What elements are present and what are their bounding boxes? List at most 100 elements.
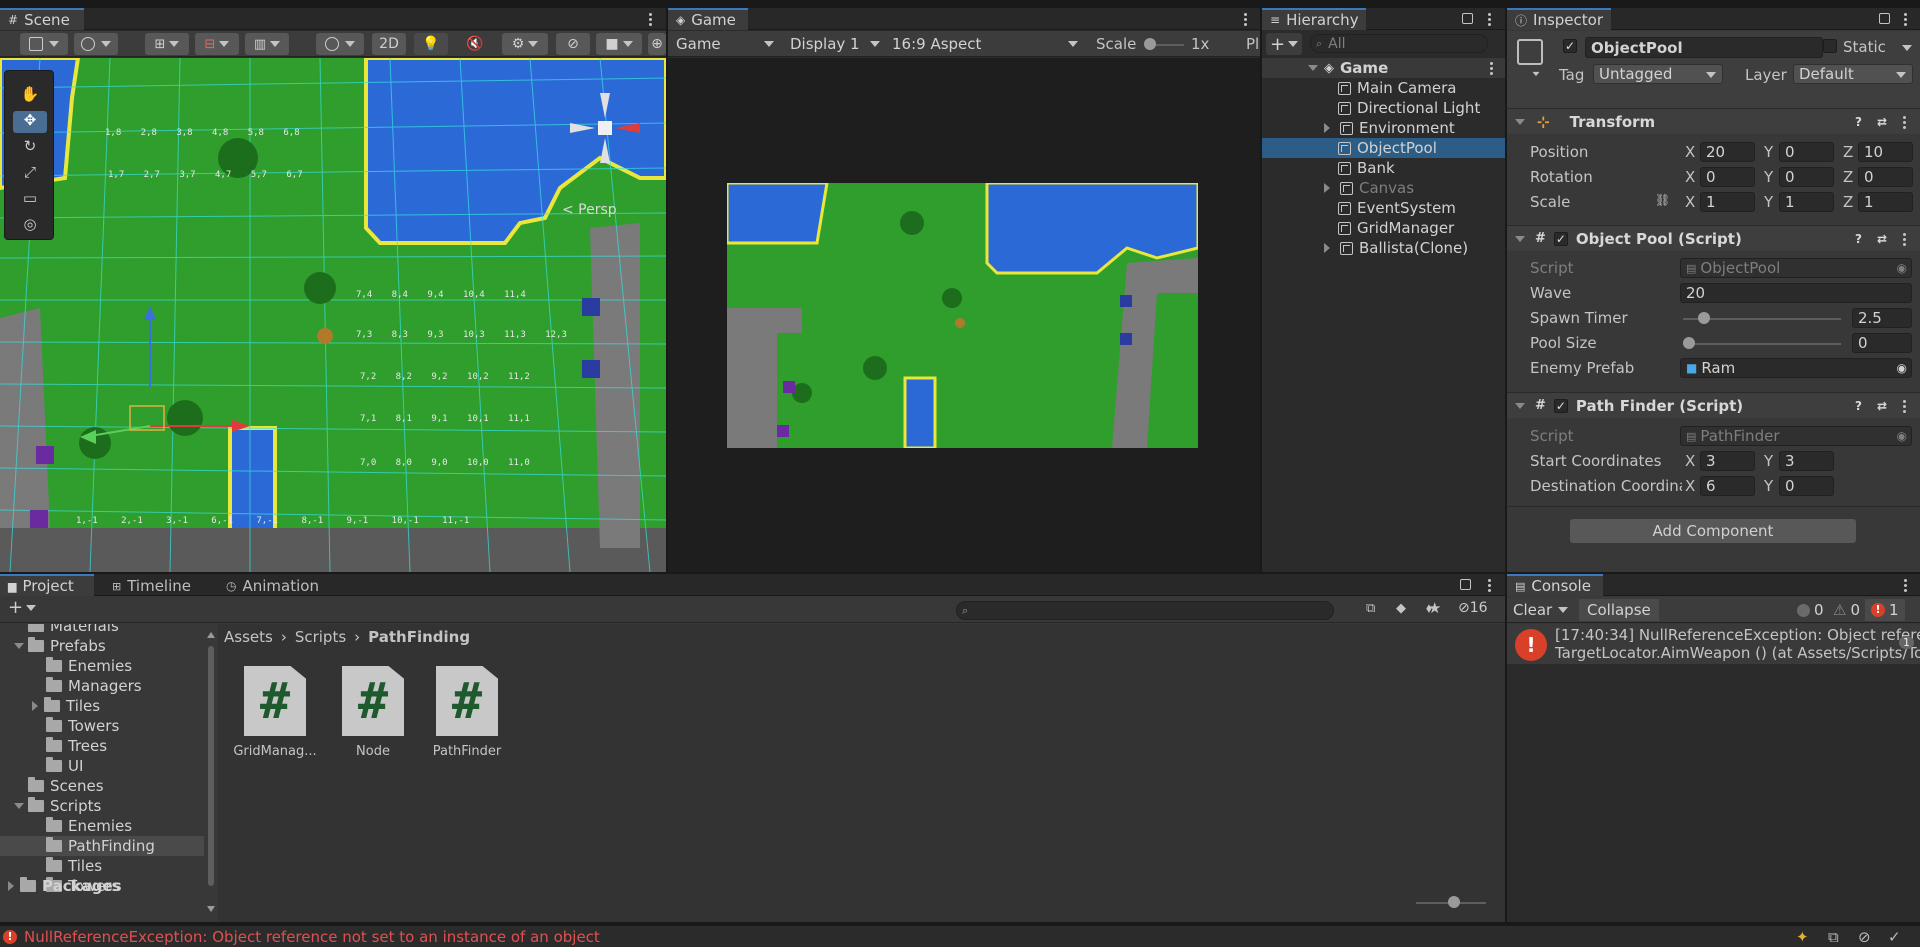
asset-pathfinder[interactable]: # PathFinder — [422, 666, 512, 766]
warning-filter-toggle[interactable]: ⚠ 0 — [1827, 599, 1860, 621]
game-view-dropdown[interactable]: Game — [670, 33, 782, 55]
tab-animation[interactable]: ◷ Animation — [218, 574, 330, 596]
help-icon[interactable]: ? — [1855, 232, 1862, 246]
lock-icon[interactable] — [1462, 13, 1473, 24]
lock-icon[interactable] — [1879, 13, 1890, 24]
lightbulb-icon[interactable]: ✦ — [1796, 928, 1809, 946]
status-message[interactable]: NullReferenceException: Object reference… — [24, 928, 600, 946]
transform-z-field[interactable]: 10 — [1858, 142, 1913, 162]
preset-icon[interactable]: ⇄ — [1877, 232, 1887, 246]
filter-icon[interactable]: ◆ — [1396, 601, 1406, 616]
asset-gridmanager[interactable]: # GridManag... — [230, 666, 320, 766]
chevron-right-icon[interactable] — [1324, 243, 1330, 253]
hierarchy-item[interactable]: Environment — [1262, 118, 1505, 138]
chevron-down-icon[interactable] — [14, 643, 24, 649]
transform-x-field[interactable]: 1 — [1700, 192, 1755, 212]
path-finder-menu-icon[interactable] — [1899, 397, 1909, 415]
info-filter-toggle[interactable]: 0 — [1791, 599, 1824, 621]
view-tool-button[interactable]: ✋ — [13, 85, 47, 107]
hierarchy-item[interactable]: Directional Light — [1262, 98, 1505, 118]
path-finder-enabled-checkbox[interactable]: ✓ — [1553, 398, 1568, 413]
game-menu-icon[interactable] — [1240, 10, 1250, 28]
scale-tool-button[interactable]: ⤢ — [13, 163, 47, 185]
scene-viewport[interactable]: 1,8 2,8 3,8 4,8 5,8 6,8 1,7 2,7 3,7 4,7 … — [0, 58, 666, 572]
hierarchy-root[interactable]: ◈ Game — [1262, 58, 1505, 78]
layers-icon[interactable]: ⧉ — [1828, 928, 1839, 946]
hierarchy-menu-icon[interactable] — [1484, 10, 1494, 28]
target-icon[interactable]: ◉ — [1897, 429, 1907, 443]
scale-slider-knob[interactable] — [1144, 38, 1156, 50]
check-icon[interactable]: ✓ — [1888, 928, 1901, 946]
aspect-dropdown[interactable]: 16:9 Aspect — [886, 33, 1086, 55]
object-name-field[interactable]: ObjectPool — [1585, 37, 1823, 58]
spawn-timer-slider-knob[interactable] — [1697, 312, 1710, 324]
project-folder[interactable]: Enemies — [0, 656, 204, 676]
layer-dropdown[interactable]: Default — [1793, 64, 1913, 84]
tree-scrollbar[interactable] — [206, 632, 216, 912]
scroll-up-icon[interactable] — [207, 632, 215, 638]
hierarchy-item[interactable]: Canvas — [1262, 178, 1505, 198]
chevron-right-icon[interactable] — [1324, 123, 1330, 133]
lock-icon[interactable] — [1460, 579, 1471, 590]
chevron-right-icon[interactable] — [8, 881, 14, 891]
transform-x-field[interactable]: 20 — [1700, 142, 1755, 162]
transform-y-field[interactable]: 0 — [1779, 167, 1834, 187]
game-viewport[interactable] — [668, 58, 1260, 572]
link-icon[interactable]: ⛓ — [1655, 193, 1670, 207]
packages-folder[interactable]: Packages — [0, 876, 204, 896]
preset-icon[interactable]: ⇄ — [1877, 115, 1887, 129]
hierarchy-item[interactable]: EventSystem — [1262, 198, 1505, 218]
target-icon[interactable]: ◉ — [1897, 361, 1907, 375]
2d-toggle-button[interactable]: 2D — [372, 33, 406, 55]
rect-tool-button[interactable]: ▭ — [13, 189, 47, 211]
effects-button[interactable]: ⚙ — [502, 33, 548, 55]
rotate-tool-button[interactable]: ↻ — [13, 137, 47, 159]
scene-menu-icon[interactable] — [645, 10, 655, 28]
help-icon[interactable]: ? — [1855, 115, 1862, 129]
tab-project[interactable]: ▆ Project — [0, 574, 94, 596]
chevron-down-icon[interactable] — [1515, 235, 1525, 242]
tab-game[interactable]: ◈ Game — [668, 8, 748, 30]
chevron-right-icon[interactable] — [32, 701, 38, 711]
hierarchy-item[interactable]: GridManager — [1262, 218, 1505, 238]
transform-y-field[interactable]: 0 — [1779, 142, 1834, 162]
tag-dropdown[interactable]: Untagged — [1593, 64, 1723, 84]
scroll-down-icon[interactable] — [207, 906, 215, 912]
transform-tool-button[interactable]: ◎ — [13, 215, 47, 237]
path-finder-header[interactable]: # ✓ Path Finder (Script) ? ⇄ — [1507, 392, 1920, 418]
project-folder[interactable]: PathFinding — [0, 836, 204, 856]
search-by-type-icon[interactable]: ⧉ — [1366, 601, 1375, 616]
collapse-button[interactable]: Collapse — [1579, 599, 1659, 621]
add-asset-button[interactable]: + — [8, 597, 37, 618]
lighting-toggle-button[interactable]: 💡 — [414, 33, 448, 55]
display-dropdown[interactable]: Display 1 — [784, 33, 884, 55]
transform-menu-icon[interactable] — [1899, 113, 1909, 131]
project-folder[interactable]: Prefabs — [0, 636, 204, 656]
tab-timeline[interactable]: ⊞ Timeline — [104, 574, 200, 596]
persp-label[interactable]: < Persp — [562, 202, 617, 218]
tab-scene[interactable]: # Scene — [0, 8, 84, 30]
create-button[interactable]: + — [1266, 33, 1302, 55]
visibility-toggle-button[interactable]: ⊘ — [556, 33, 590, 55]
pool-size-slider-knob[interactable] — [1683, 337, 1695, 349]
cache-icon[interactable]: ⊘ — [1858, 928, 1871, 946]
shading-button[interactable] — [316, 33, 364, 55]
chevron-down-icon[interactable] — [1532, 71, 1540, 77]
hierarchy-item[interactable]: ObjectPool — [1262, 138, 1505, 158]
breadcrumb-scripts[interactable]: Scripts — [295, 628, 346, 646]
project-menu-icon[interactable] — [1484, 576, 1494, 594]
object-pool-enabled-checkbox[interactable]: ✓ — [1553, 231, 1568, 246]
transform-y-field[interactable]: 1 — [1779, 192, 1834, 212]
draw-mode-button[interactable] — [20, 33, 68, 55]
move-tool-button[interactable]: ✥ — [13, 111, 47, 133]
wave-field[interactable]: 20 — [1680, 283, 1912, 303]
gizmos-button[interactable]: ⊕ — [648, 33, 666, 55]
project-folder[interactable]: Scripts — [0, 796, 204, 816]
increment-snap-button[interactable]: ⊟ — [195, 33, 239, 55]
audio-toggle-button[interactable]: 🔇 — [458, 33, 492, 55]
project-folder[interactable]: Managers — [0, 676, 204, 696]
chevron-down-icon[interactable] — [1515, 118, 1525, 125]
preset-icon[interactable]: ⇄ — [1877, 399, 1887, 413]
hierarchy-item[interactable]: Ballista(Clone) — [1262, 238, 1505, 258]
spawn-timer-field[interactable]: 2.5 — [1852, 308, 1912, 328]
